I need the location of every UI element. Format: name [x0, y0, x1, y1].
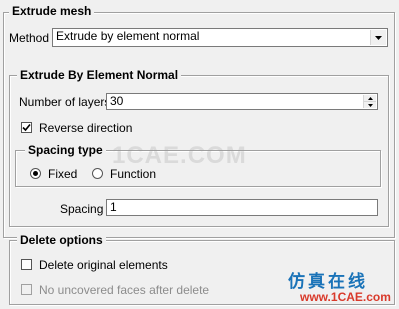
method-label: Method — [9, 31, 50, 45]
spin-up-icon[interactable] — [363, 95, 376, 102]
spacing-value: 1 — [110, 200, 117, 214]
watermark-text: 1CAE.COM — [112, 142, 247, 169]
delete-original-checkbox[interactable] — [21, 259, 32, 270]
spacing-label: Spacing — [60, 202, 104, 216]
extrude-mesh-title: Extrude mesh — [9, 4, 95, 18]
method-value: Extrude by element normal — [56, 29, 200, 43]
reverse-direction-checkbox[interactable] — [21, 122, 32, 133]
layers-input[interactable]: 30 — [106, 93, 378, 110]
delete-options-title: Delete options — [17, 233, 106, 247]
by-normal-title: Extrude By Element Normal — [17, 68, 182, 82]
spin-down-icon[interactable] — [363, 102, 376, 108]
fixed-label[interactable]: Fixed — [48, 167, 77, 181]
layers-spinner[interactable] — [363, 95, 376, 108]
spacing-type-title: Spacing type — [25, 143, 106, 157]
radio-selected-dot — [33, 171, 38, 176]
spacing-input[interactable]: 1 — [106, 199, 378, 216]
method-select[interactable]: Extrude by element normal — [52, 28, 388, 47]
layers-label: Number of layers — [19, 95, 111, 109]
chevron-down-icon[interactable] — [370, 30, 386, 45]
logo-url-text: www.1CAE.com — [300, 290, 391, 304]
reverse-direction-label[interactable]: Reverse direction — [39, 121, 132, 135]
function-radio[interactable] — [92, 168, 103, 179]
layers-value: 30 — [110, 94, 124, 108]
logo-chinese-text: 仿真在线 — [288, 272, 368, 292]
no-uncovered-checkbox[interactable] — [21, 284, 32, 295]
checkmark-icon — [22, 123, 31, 132]
delete-original-label[interactable]: Delete original elements — [39, 258, 168, 272]
fixed-radio[interactable] — [30, 168, 41, 179]
no-uncovered-label[interactable]: No uncovered faces after delete — [39, 283, 209, 297]
